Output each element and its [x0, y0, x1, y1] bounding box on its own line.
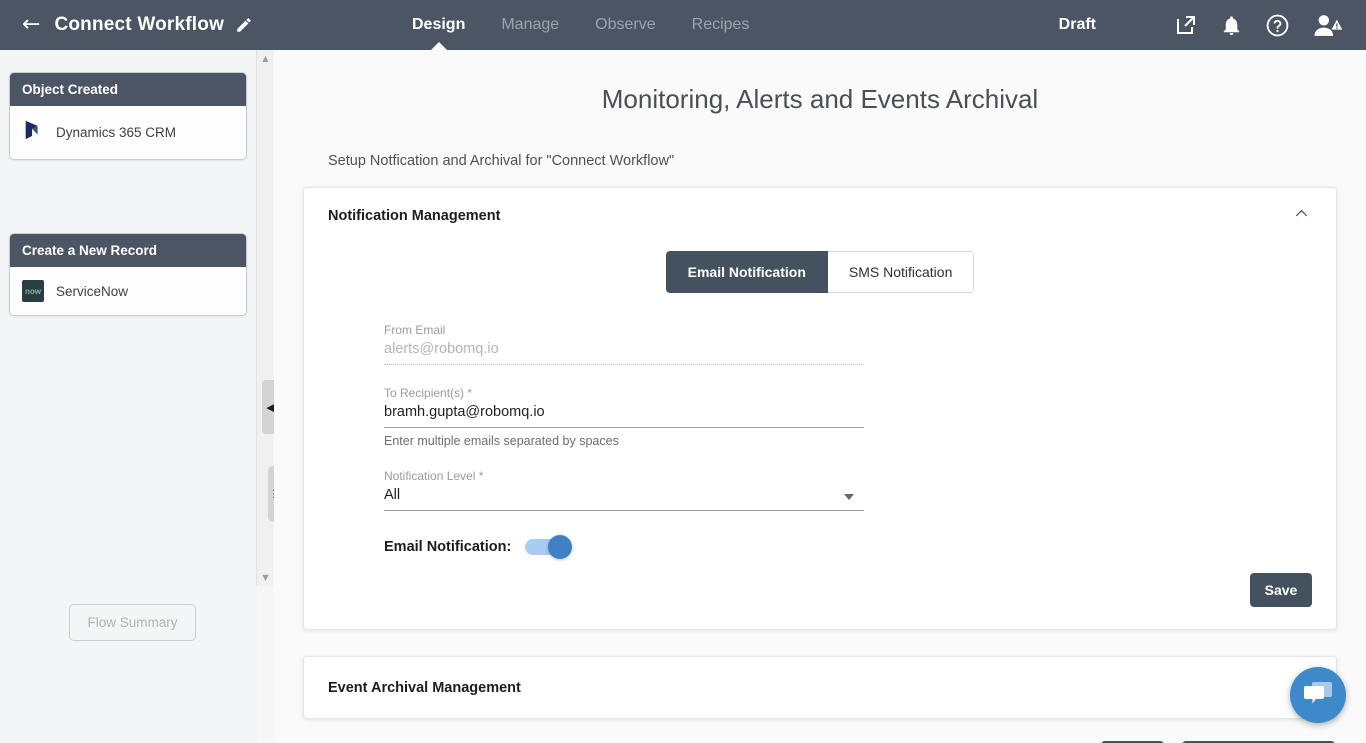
servicenow-icon: now: [22, 280, 44, 302]
from-email-underline: [384, 364, 864, 365]
user-avatar-icon[interactable]: [1312, 13, 1344, 38]
from-email-field: From Email alerts@robomq.io: [384, 323, 864, 365]
toggle-knob: [548, 535, 573, 559]
notification-form: From Email alerts@robomq.io To Recipient…: [384, 323, 864, 559]
tab-manage[interactable]: Manage: [501, 0, 559, 50]
tab-design[interactable]: Design: [412, 0, 465, 50]
node-body: now ServiceNow: [10, 267, 246, 315]
workflow-title: Connect Workflow: [54, 14, 225, 35]
chevron-down-icon[interactable]: [844, 494, 854, 500]
notification-management-panel: Notification Management Email Notificati…: [303, 187, 1337, 630]
notification-level-underline: [384, 510, 864, 511]
to-recipients-hint: Enter multiple emails separated by space…: [384, 434, 619, 448]
workflow-node-object-created[interactable]: Object Created Dynamics 365 CRM: [9, 72, 247, 160]
page-subtitle: Setup Notfication and Archival for "Conn…: [328, 153, 675, 169]
page-title: Monitoring, Alerts and Events Archival: [601, 84, 1039, 114]
email-notification-toggle[interactable]: [525, 535, 573, 559]
notification-type-toggle-group: Email Notification SMS Notification: [328, 251, 1312, 293]
archival-panel-header[interactable]: Event Archival Management: [304, 657, 1336, 718]
node-header-label: Object Created: [10, 73, 246, 106]
status-badge: Draft: [1058, 16, 1096, 33]
back-arrow-icon[interactable]: ←: [22, 14, 40, 36]
from-email-value: alerts@robomq.io: [384, 341, 499, 357]
to-recipients-underline: [384, 427, 864, 428]
external-link-icon[interactable]: [1174, 13, 1198, 37]
to-recipients-input[interactable]: bramh.gupta@robomq.io: [384, 404, 864, 427]
tab-email-notification[interactable]: Email Notification: [665, 251, 828, 293]
save-button-row: Save: [328, 573, 1312, 607]
top-header-bar: ← Connect Workflow Design Manage Observe…: [0, 0, 1366, 50]
workflow-sidebar: Object Created Dynamics 365 CRM Create a…: [0, 50, 258, 743]
notification-level-select[interactable]: All: [384, 487, 864, 510]
chat-widget-button[interactable]: [1290, 667, 1346, 723]
notification-panel-body: Email Notification SMS Notification From…: [304, 251, 1336, 629]
to-recipients-field[interactable]: To Recipient(s) * bramh.gupta@robomq.io …: [384, 386, 864, 448]
node-body: Dynamics 365 CRM: [10, 106, 246, 159]
node-app-label: Dynamics 365 CRM: [56, 125, 177, 140]
notification-level-value: All: [384, 487, 401, 503]
panel-title: Notification Management: [328, 207, 501, 224]
dynamics-365-icon: [22, 119, 44, 146]
node-app-label: ServiceNow: [56, 283, 129, 299]
scroll-down-arrow-icon[interactable]: ▼: [257, 569, 274, 586]
chevron-up-icon[interactable]: [1293, 205, 1310, 226]
scroll-up-arrow-icon[interactable]: ▲: [257, 50, 274, 67]
panel-title: Event Archival Management: [328, 679, 521, 696]
node-header-label: Create a New Record: [10, 234, 246, 267]
tab-recipes[interactable]: Recipes: [692, 0, 750, 50]
pencil-icon[interactable]: [235, 16, 253, 34]
flow-summary-button[interactable]: Flow Summary: [69, 604, 196, 641]
notification-level-label: Notification Level *: [384, 469, 484, 483]
tab-sms-notification[interactable]: SMS Notification: [827, 251, 975, 293]
email-notification-toggle-label: Email Notification:: [384, 539, 512, 555]
notification-level-field[interactable]: Notification Level * All: [384, 469, 864, 511]
email-notification-toggle-row: Email Notification:: [384, 535, 864, 559]
bell-icon[interactable]: [1220, 14, 1243, 37]
workflow-node-create-record[interactable]: Create a New Record now ServiceNow: [9, 233, 247, 316]
chat-bubbles-icon: [1303, 680, 1333, 711]
header-right-controls: Draft: [1059, 0, 1366, 50]
tab-observe[interactable]: Observe: [595, 0, 655, 50]
main-content-area: Monitoring, Alerts and Events Archival S…: [274, 50, 1366, 743]
save-button[interactable]: Save: [1250, 573, 1312, 607]
main-navigation-tabs: Design Manage Observe Recipes: [412, 0, 749, 50]
from-email-label: From Email: [384, 323, 446, 337]
event-archival-management-panel: Event Archival Management: [303, 656, 1337, 719]
to-recipients-label: To Recipient(s) *: [384, 386, 473, 400]
help-icon[interactable]: [1265, 13, 1290, 38]
notification-panel-header[interactable]: Notification Management: [304, 188, 1336, 243]
